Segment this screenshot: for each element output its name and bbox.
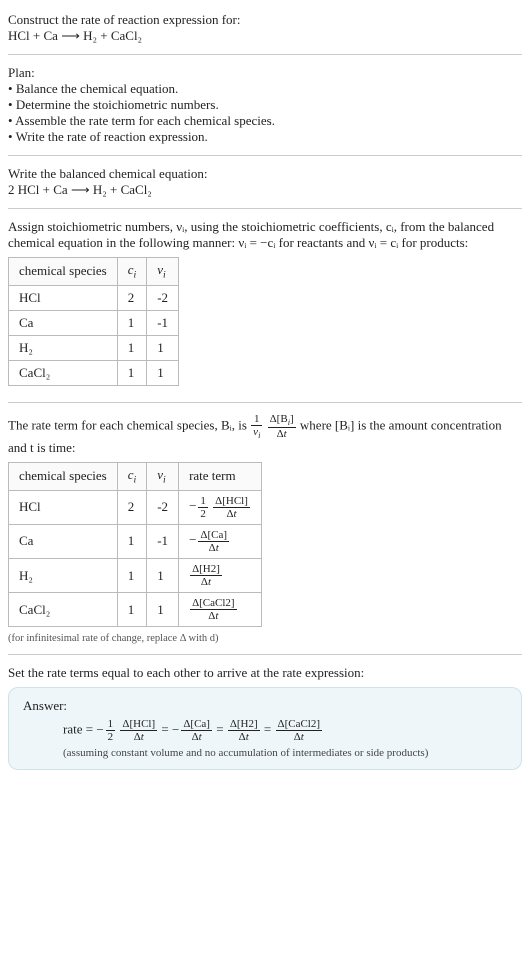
cell-species: H₂ [9, 335, 118, 360]
cell-rate: Δ[CaCl2]Δt [179, 593, 262, 627]
divider [8, 654, 522, 655]
cell-c: 2 [117, 490, 147, 524]
divider [8, 155, 522, 156]
answer-box: Answer: rate = −12 Δ[HCl]Δt = −Δ[Ca]Δt =… [8, 687, 522, 770]
col-header: νi [147, 258, 179, 286]
table-header-row: chemical species ci νi [9, 258, 179, 286]
cell-species: Ca [9, 310, 118, 335]
cell-species: CaCl₂ [9, 593, 118, 627]
cell-c: 2 [117, 285, 147, 310]
cell-c: 1 [117, 360, 147, 385]
cell-c: 1 [117, 310, 147, 335]
cell-v: -1 [147, 524, 179, 558]
cell-v: 1 [147, 335, 179, 360]
cell-rate: −12 Δ[HCl]Δt [179, 490, 262, 524]
table-row: HCl 2 -2 [9, 285, 179, 310]
plan-item: • Balance the chemical equation. [8, 81, 522, 97]
rate-expression: rate = −12 Δ[HCl]Δt = −Δ[Ca]Δt = Δ[H2]Δt… [23, 718, 507, 743]
col-header: ci [117, 462, 147, 490]
cell-species: HCl [9, 490, 118, 524]
stoich-text: Assign stoichiometric numbers, νᵢ, using… [8, 219, 522, 251]
cell-v: 1 [147, 360, 179, 385]
cell-v: 1 [147, 558, 179, 592]
rateterm-table: chemical species ci νi rate term HCl 2 -… [8, 462, 262, 627]
cell-species: HCl [9, 285, 118, 310]
divider [8, 208, 522, 209]
stoich-section: Assign stoichiometric numbers, νᵢ, using… [8, 215, 522, 396]
table-row: Ca 1 -1 −Δ[Ca]Δt [9, 524, 262, 558]
table-row: CaCl₂ 1 1 Δ[CaCl2]Δt [9, 593, 262, 627]
col-header: chemical species [9, 258, 118, 286]
header-section: Construct the rate of reaction expressio… [8, 8, 522, 48]
cell-species: H₂ [9, 558, 118, 592]
divider [8, 402, 522, 403]
plan-heading: Plan: [8, 65, 522, 81]
final-intro: Set the rate terms equal to each other t… [8, 665, 522, 681]
header-title: Construct the rate of reaction expressio… [8, 12, 522, 28]
divider [8, 54, 522, 55]
rateterm-footnote: (for infinitesimal rate of change, repla… [8, 633, 522, 644]
table-header-row: chemical species ci νi rate term [9, 462, 262, 490]
cell-c: 1 [117, 558, 147, 592]
header-equation: HCl + Ca ⟶ H₂ + CaCl₂ [8, 28, 522, 44]
col-header: ci [117, 258, 147, 286]
plan-section: Plan: • Balance the chemical equation. •… [8, 61, 522, 149]
balanced-section: Write the balanced chemical equation: 2 … [8, 162, 522, 202]
cell-rate: −Δ[Ca]Δt [179, 524, 262, 558]
cell-species: Ca [9, 524, 118, 558]
cell-v: -2 [147, 490, 179, 524]
rate-prefix: rate = [63, 722, 96, 737]
table-row: H₂ 1 1 [9, 335, 179, 360]
table-row: H₂ 1 1 Δ[H2]Δt [9, 558, 262, 592]
table-row: CaCl₂ 1 1 [9, 360, 179, 385]
col-header: νi [147, 462, 179, 490]
cell-c: 1 [117, 593, 147, 627]
answer-label: Answer: [23, 698, 507, 714]
plan-item-text: Assemble the rate term for each chemical… [15, 113, 275, 128]
table-row: Ca 1 -1 [9, 310, 179, 335]
cell-c: 1 [117, 524, 147, 558]
cell-v: -1 [147, 310, 179, 335]
answer-note: (assuming constant volume and no accumul… [23, 747, 507, 759]
cell-species: CaCl₂ [9, 360, 118, 385]
col-header: rate term [179, 462, 262, 490]
cell-c: 1 [117, 335, 147, 360]
plan-item-text: Determine the stoichiometric numbers. [16, 97, 219, 112]
cell-v: -2 [147, 285, 179, 310]
rateterm-text-a: The rate term for each chemical species,… [8, 417, 250, 432]
stoich-table: chemical species ci νi HCl 2 -2 Ca 1 -1 … [8, 257, 179, 386]
cell-v: 1 [147, 593, 179, 627]
table-row: HCl 2 -2 −12 Δ[HCl]Δt [9, 490, 262, 524]
final-section: Set the rate terms equal to each other t… [8, 661, 522, 774]
cell-rate: Δ[H2]Δt [179, 558, 262, 592]
plan-item: • Assemble the rate term for each chemic… [8, 113, 522, 129]
rateterm-text: The rate term for each chemical species,… [8, 413, 522, 456]
rateterm-formula: 1νi Δ[Bi]Δt [250, 417, 300, 432]
plan-item: • Determine the stoichiometric numbers. [8, 97, 522, 113]
balanced-equation: 2 HCl + Ca ⟶ H₂ + CaCl₂ [8, 182, 522, 198]
plan-item: • Write the rate of reaction expression. [8, 129, 522, 145]
plan-item-text: Write the rate of reaction expression. [16, 129, 208, 144]
plan-item-text: Balance the chemical equation. [16, 81, 178, 96]
col-header: chemical species [9, 462, 118, 490]
balanced-intro: Write the balanced chemical equation: [8, 166, 522, 182]
rateterm-section: The rate term for each chemical species,… [8, 409, 522, 649]
